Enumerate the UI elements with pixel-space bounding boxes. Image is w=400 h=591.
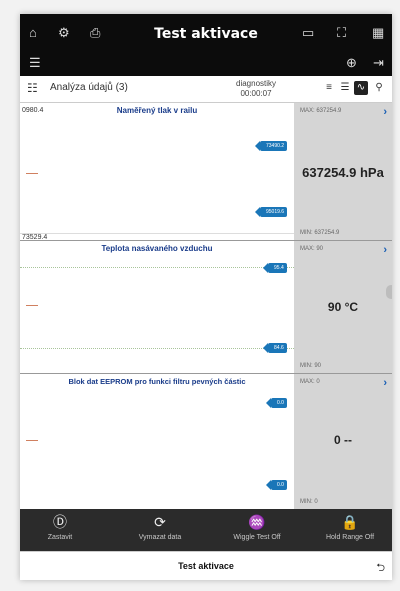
app-window: ⌂ ⚙ ⎙ Test aktivace ▭ ⛶ ▦ ☰ ⊕ ⇥ ☷ Analýz…	[20, 14, 392, 580]
wiggle-test-label: Wiggle Test Off	[233, 534, 281, 541]
graph-panel-rail-pressure[interactable]: 0980.4 Naměřený tlak v railu 73490.2 950…	[20, 103, 392, 241]
panel-title: Blok dat EEPROM pro funkci filtru pevnýc…	[68, 377, 246, 386]
hold-range-label: Hold Range Off	[325, 534, 375, 541]
stop-label: Zastavit	[47, 534, 73, 541]
lock-icon: 🔒	[341, 514, 359, 530]
sub-header: ☷ Analýza údajů (3) diagnostiky 00:00:07…	[20, 76, 392, 103]
panel-title: Teplota nasávaného vzduchu	[101, 244, 213, 253]
settings-icon[interactable]: ☰	[29, 56, 41, 69]
scroll-handle[interactable]	[386, 285, 392, 299]
upper-limit-line	[20, 267, 294, 268]
current-value: 637254.9 hPa	[302, 165, 384, 180]
marker-low: 0.0	[266, 480, 287, 490]
diagnostics-time: 00:00:07	[240, 89, 272, 98]
diagnostics-timer: diagnostiky 00:00:07	[236, 79, 276, 99]
max-value: MAX: 0	[300, 379, 320, 385]
clear-data-button[interactable]: ⟳ Vymazat data	[120, 509, 200, 551]
wiggle-test-button[interactable]: ♒ Wiggle Test Off	[216, 509, 298, 551]
marker-high: 73490.2	[254, 141, 288, 151]
data-line	[26, 440, 38, 441]
exit-icon[interactable]: ⇥	[373, 56, 384, 69]
value-sidebar: MAX: 0 › 0 -- MIN: 0	[294, 374, 392, 509]
list-icon[interactable]: ☷	[27, 81, 38, 95]
footer-title: Test aktivace	[178, 561, 234, 571]
chevron-right-icon[interactable]: ›	[383, 244, 387, 256]
graph-panel-intake-temp[interactable]: Teplota nasávaného vzduchu 95.4 84.6 MAX…	[20, 241, 392, 374]
battery-icon: ▭	[302, 25, 315, 40]
marker-low: 95019.6	[254, 207, 288, 217]
ecg-icon[interactable]: ⊕	[346, 56, 357, 69]
data-line	[26, 173, 38, 174]
panel-title: Naměřený tlak v railu	[116, 106, 198, 115]
fullscreen-icon[interactable]: ⛶	[337, 26, 346, 39]
chevron-right-icon[interactable]: ›	[383, 106, 387, 118]
wiggle-icon: ♒	[248, 514, 266, 530]
hold-range-button[interactable]: 🔒 Hold Range Off	[310, 509, 390, 551]
plot-area: 0980.4 Naměřený tlak v railu 73490.2 950…	[20, 103, 294, 241]
graph-view-icon[interactable]: ∿	[354, 81, 368, 95]
plot-area: Teplota nasávaného vzduchu 95.4 84.6	[20, 241, 294, 373]
marker-low: 84.6	[263, 343, 287, 353]
table-view-icon[interactable]: ☰	[338, 81, 352, 95]
stop-button[interactable]: Ⓓ Zastavit	[30, 509, 90, 551]
max-value: MAX: 637254.9	[300, 108, 342, 114]
value-sidebar: MAX: 90 › 90 °C MIN: 90	[294, 241, 392, 373]
footer-bar: Test aktivace ⮌	[20, 551, 392, 580]
top-bar: ⌂ ⚙ ⎙ Test aktivace ▭ ⛶ ▦ ☰ ⊕ ⇥	[20, 14, 392, 76]
data-analysis-label: Analýza údajů (3)	[50, 82, 128, 93]
clear-data-label: Vymazat data	[138, 534, 182, 541]
search-icon[interactable]: ⚲	[372, 81, 386, 95]
grid-icon[interactable]: ▦	[372, 26, 384, 39]
data-line	[26, 305, 38, 306]
x-axis-ticks	[20, 233, 294, 234]
min-value: MIN: 90	[300, 363, 322, 369]
current-value: 90 °C	[327, 300, 359, 314]
stop-icon: Ⓓ	[53, 514, 67, 530]
graph-panel-eeprom[interactable]: Blok dat EEPROM pro funkci filtru pevnýc…	[20, 374, 392, 509]
current-value: 0 --	[334, 433, 352, 447]
value-sidebar: MAX: 637254.9 › 637254.9 hPa MIN: 637254…	[294, 103, 392, 240]
plot-area: Blok dat EEPROM pro funkci filtru pevnýc…	[20, 374, 294, 509]
bottom-toolbar: Ⓓ Zastavit ⟳ Vymazat data ♒ Wiggle Test …	[20, 509, 392, 551]
max-value: MAX: 90	[300, 246, 324, 252]
min-value: MIN: 637254.9	[300, 230, 340, 236]
list-view-icon[interactable]: ≡	[322, 81, 336, 95]
marker-high: 95.4	[263, 263, 287, 273]
y-axis-min: 73529.4	[22, 234, 48, 241]
lower-limit-line	[20, 348, 294, 349]
refresh-icon: ⟳	[154, 514, 166, 530]
chevron-right-icon[interactable]: ›	[383, 377, 387, 389]
back-icon[interactable]: ⮌	[376, 559, 385, 578]
diagnostics-label: diagnostiky	[236, 79, 277, 88]
min-value: MIN: 0	[300, 499, 318, 505]
marker-high: 0.0	[266, 398, 287, 408]
